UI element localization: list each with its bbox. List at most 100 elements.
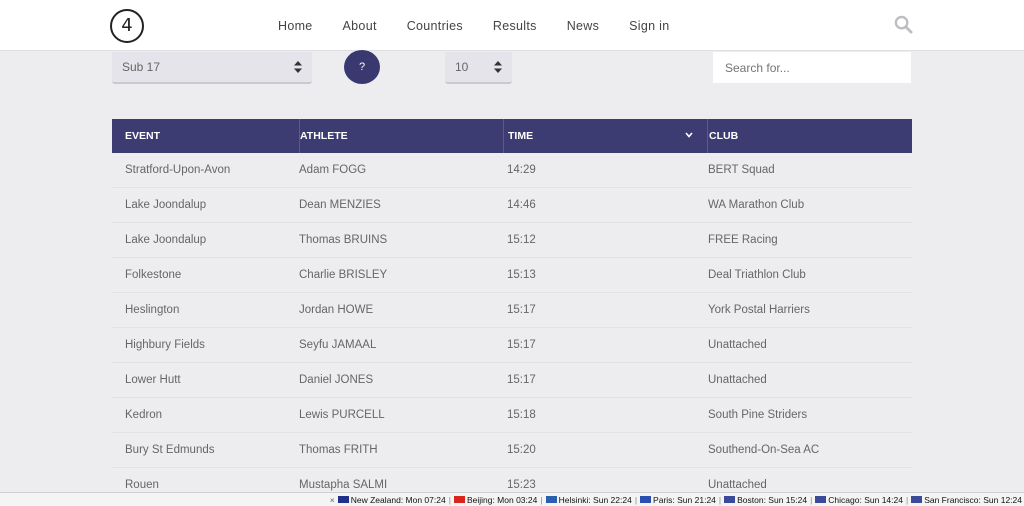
table-row[interactable]: Kedron Lewis PURCELL 15:18 South Pine Strid…	[112, 398, 912, 433]
cell-time: 15:18	[507, 409, 536, 421]
cell-event: Heslington	[125, 304, 180, 316]
cell-event: Lake Joondalup	[125, 199, 207, 211]
column-header-athlete[interactable]: ATHLETE	[299, 119, 503, 153]
cell-athlete: Thomas FRITH	[299, 444, 378, 456]
cell-club: Southend-On-Sea AC	[708, 444, 820, 456]
cell-time: 15:17	[507, 339, 536, 351]
clock-label: New Zealand: Mon 07:24	[350, 494, 446, 505]
table-row[interactable]: Lake Joondalup Thomas BRUINS 15:12 FREE Rac…	[112, 223, 912, 258]
cell-time: 15:17	[507, 374, 536, 386]
flag-icon	[337, 496, 349, 503]
table-header: EVENT ATHLETE TIME CLUB	[112, 119, 912, 153]
close-icon[interactable]: ×	[330, 495, 335, 505]
column-header-club[interactable]: CLUB	[707, 119, 912, 153]
cell-athlete: Mustapha SALMI	[299, 479, 388, 491]
site-logo[interactable]: 4	[110, 9, 144, 43]
flag-icon	[453, 496, 465, 503]
clock-label: Boston: Sun 15:24	[737, 494, 808, 505]
world-clock: San Francisco: Sun 12:24	[911, 495, 1022, 505]
cell-athlete: Seyfu JAMAAL	[299, 339, 377, 351]
help-button[interactable]: ?	[344, 50, 380, 84]
results-count-value: 10	[455, 60, 469, 74]
cell-club: Unattached	[708, 374, 767, 386]
cell-event: Kedron	[125, 409, 163, 421]
table-row[interactable]: Lake Joondalup Dean MENZIES 14:46 WA Marath…	[112, 188, 912, 223]
cell-club: FREE Racing	[708, 234, 778, 246]
cell-athlete: Adam FOGG	[299, 164, 367, 176]
cell-athlete: Jordan HOWE	[299, 304, 374, 316]
clock-label: Beijing: Mon 03:24	[466, 494, 538, 505]
cell-club: Deal Triathlon Club	[708, 269, 806, 281]
world-clock: Boston: Sun 15:24	[724, 495, 807, 505]
clock-separator: |	[540, 494, 543, 505]
cell-athlete: Charlie BRISLEY	[299, 269, 388, 281]
nav-home[interactable]: Home	[278, 19, 313, 33]
table-row[interactable]: Folkestone Charlie BRISLEY 15:13 Deal Triat…	[112, 258, 912, 293]
logo-glyph: 4	[121, 15, 133, 36]
cell-club: WA Marathon Club	[708, 199, 805, 211]
column-header-time-label: TIME	[508, 130, 534, 142]
table-row[interactable]: Highbury Fields Seyfu JAMAAL 15:17 Unattach…	[112, 328, 912, 363]
cell-time: 14:29	[507, 164, 536, 176]
flag-icon	[640, 496, 652, 503]
flag-icon	[911, 496, 923, 503]
column-header-event[interactable]: EVENT	[112, 119, 299, 153]
cell-athlete: Lewis PURCELL	[299, 409, 385, 421]
world-clock: New Zealand: Mon 07:24	[337, 494, 446, 505]
flag-icon	[815, 496, 827, 503]
results-count-select[interactable]: 10	[445, 52, 512, 84]
nav-results[interactable]: Results	[493, 19, 537, 33]
clock-label: Chicago: Sun 14:24	[828, 494, 903, 505]
world-clock-bar: × New Zealand: Mon 07:24 | Beijing: Mon 03…	[0, 492, 1024, 506]
cell-event: Bury St Edmunds	[125, 444, 215, 456]
table-row[interactable]: Stratford-Upon-Avon Adam FOGG 14:29 BERT Sq…	[112, 153, 912, 188]
cell-event: Rouen	[125, 479, 159, 491]
clock-separator: |	[448, 494, 451, 505]
cell-event: Highbury Fields	[125, 339, 205, 351]
clock-separator: |	[810, 494, 813, 505]
sort-chevron-down-icon	[685, 132, 693, 138]
column-header-time[interactable]: TIME	[503, 119, 707, 153]
cell-club: Unattached	[708, 479, 767, 491]
clock-list: New Zealand: Mon 07:24 | Beijing: Mon 03:2…	[337, 494, 1022, 505]
cell-club: BERT Squad	[708, 164, 775, 176]
age-group-value: Sub 17	[122, 60, 161, 74]
clock-separator: |	[634, 494, 638, 505]
nav-countries[interactable]: Countries	[407, 19, 463, 33]
nav-sign-in[interactable]: Sign in	[629, 19, 669, 33]
world-clock: Paris: Sun 21:24	[640, 495, 716, 505]
cell-club: Unattached	[708, 339, 767, 351]
cell-athlete: Thomas BRUINS	[299, 234, 388, 246]
clock-label: Helsinki: Sun 22:24	[558, 494, 632, 505]
search-input[interactable]	[713, 52, 911, 83]
cell-time: 14:46	[507, 199, 536, 211]
cell-time: 15:20	[507, 444, 536, 456]
table-body: Stratford-Upon-Avon Adam FOGG 14:29 BERT Sq…	[112, 153, 912, 503]
cell-time: 15:12	[507, 234, 536, 246]
cell-time: 15:23	[507, 479, 536, 491]
cell-club: South Pine Striders	[708, 409, 808, 421]
cell-event: Folkestone	[125, 269, 182, 281]
cell-event: Lower Hutt	[125, 374, 181, 386]
cell-athlete: Daniel JONES	[299, 374, 374, 386]
top-nav-bar: 4 Home About Countries Results News Sign…	[0, 0, 1024, 51]
nav-news[interactable]: News	[567, 19, 599, 33]
cell-event: Stratford-Upon-Avon	[125, 164, 231, 176]
select-arrows-icon	[294, 61, 302, 73]
nav-about[interactable]: About	[343, 19, 377, 33]
results-table: EVENT ATHLETE TIME CLUB Stratford-Upon-A…	[112, 119, 912, 503]
clock-label: San Francisco: Sun 12:24	[924, 494, 1022, 505]
flag-icon	[724, 496, 736, 503]
cell-athlete: Dean MENZIES	[299, 199, 381, 211]
cell-time: 15:13	[507, 269, 536, 281]
clock-separator: |	[905, 494, 909, 505]
table-row[interactable]: Heslington Jordan HOWE 15:17 York Postal Ha…	[112, 293, 912, 328]
world-clock: Beijing: Mon 03:24	[453, 494, 538, 505]
search-icon[interactable]	[894, 15, 913, 34]
table-row[interactable]: Bury St Edmunds Thomas FRITH 15:20 Southend…	[112, 433, 912, 468]
cell-club: York Postal Harriers	[708, 304, 810, 316]
clock-label: Paris: Sun 21:24	[653, 494, 716, 505]
world-clock: Helsinki: Sun 22:24	[545, 494, 632, 505]
age-group-select[interactable]: Sub 17	[112, 52, 312, 84]
table-row[interactable]: Lower Hutt Daniel JONES 15:17 Unattached	[112, 363, 912, 398]
